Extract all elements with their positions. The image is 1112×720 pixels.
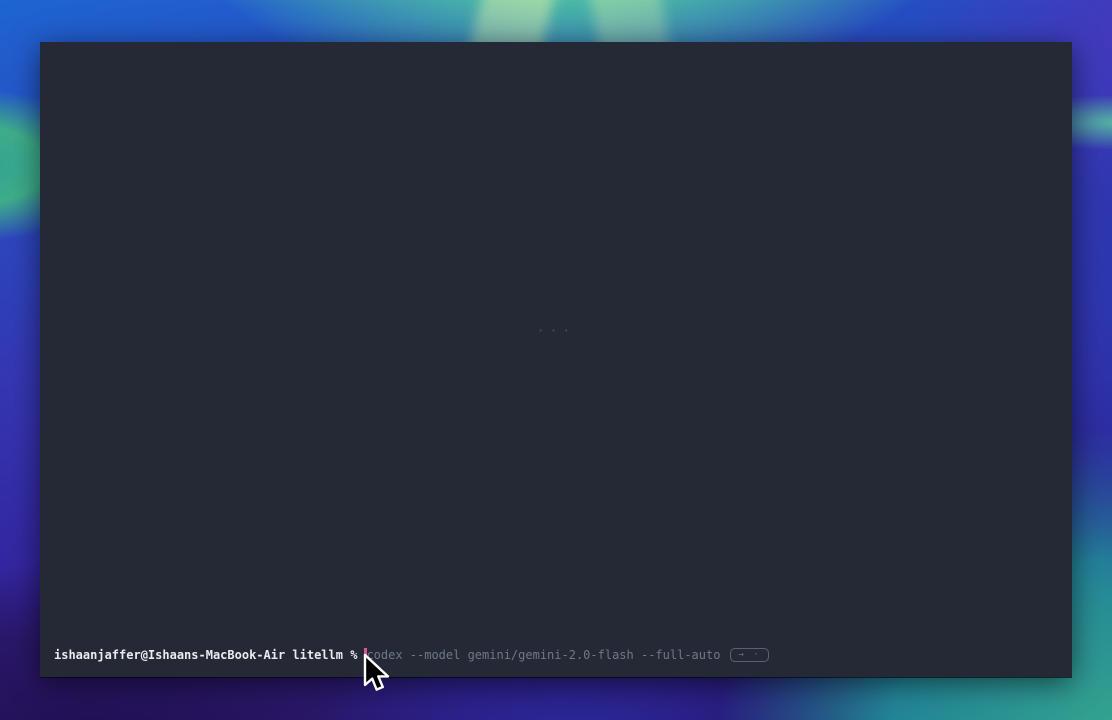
command-autosuggestion: codex --model gemini/gemini-2.0-flash --…: [366, 647, 720, 663]
terminal-loading-dots: ···: [537, 324, 575, 339]
shell-prompt: ishaanjaffer@Ishaans-MacBook-Air litellm…: [54, 647, 357, 663]
tab-accept-hint-badge: → ·: [730, 648, 768, 662]
terminal-window[interactable]: ··· ishaanjaffer@Ishaans-MacBook-Air lit…: [40, 42, 1072, 677]
desktop-wallpaper: ··· ishaanjaffer@Ishaans-MacBook-Air lit…: [0, 0, 1112, 720]
terminal-prompt-line[interactable]: ishaanjaffer@Ishaans-MacBook-Air litellm…: [54, 647, 769, 663]
